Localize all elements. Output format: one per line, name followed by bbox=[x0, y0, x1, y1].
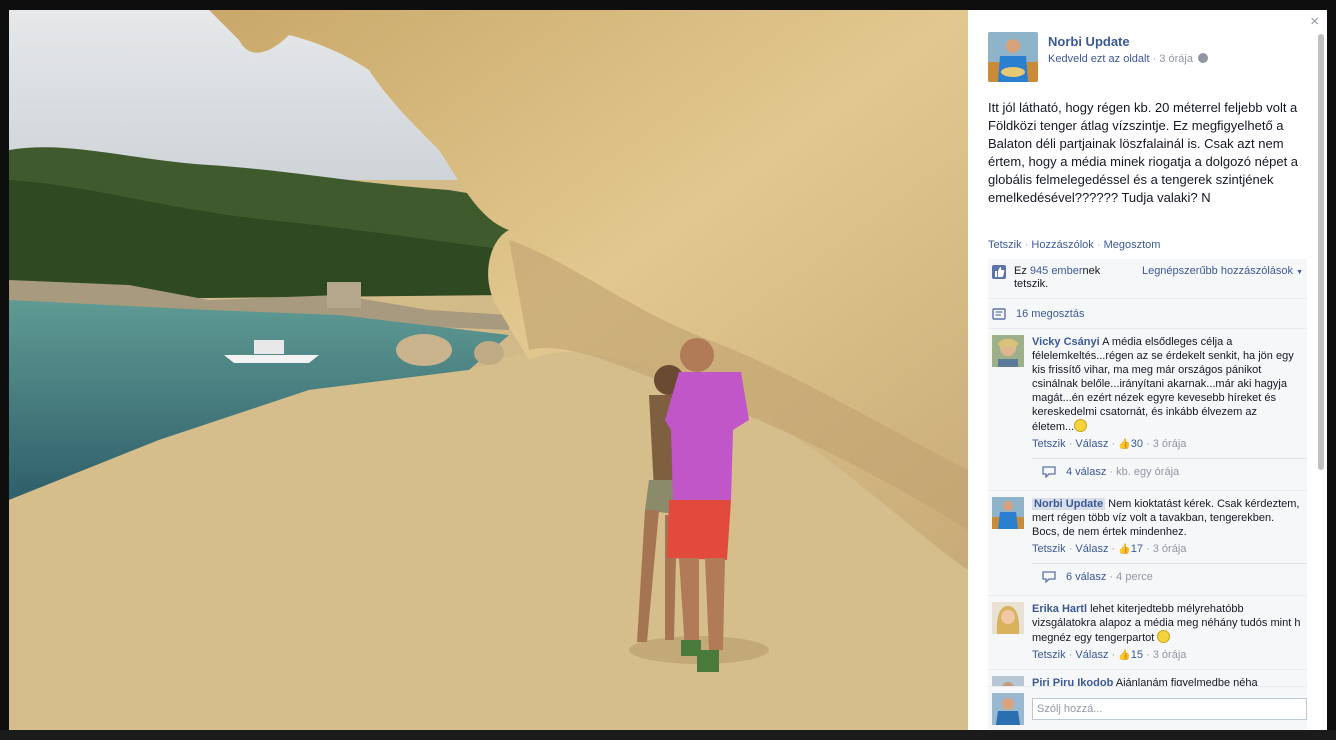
thumbs-up-icon: 👍 bbox=[1118, 439, 1131, 450]
comment-actions: Tetszik · Válasz · 👍15 · 3 órája bbox=[1032, 649, 1187, 661]
sort-label: Legnépszerűbb hozzászólások bbox=[1141, 265, 1293, 277]
page-name-link[interactable]: Norbi Update bbox=[1048, 34, 1208, 49]
thumbs-up-icon bbox=[992, 265, 1006, 279]
comment-likes-value: 30 bbox=[1130, 438, 1143, 450]
avatar[interactable] bbox=[992, 497, 1024, 529]
comment-likes-value: 17 bbox=[1130, 543, 1143, 555]
separator: · bbox=[1024, 239, 1029, 251]
replies-time: kb. egy órája bbox=[1116, 465, 1180, 478]
post-time[interactable]: 3 órája bbox=[1159, 53, 1193, 65]
comment-time[interactable]: 3 órája bbox=[1153, 649, 1187, 661]
smiley-icon bbox=[1074, 419, 1088, 432]
replies-link[interactable]: 6 válasz · 4 perce bbox=[1032, 563, 1307, 589]
separator: · bbox=[1096, 239, 1101, 251]
comment-actions: Tetszik · Válasz · 👍17 · 3 órája bbox=[1032, 543, 1187, 555]
photo-stage[interactable] bbox=[9, 10, 968, 730]
separator: · bbox=[1152, 53, 1157, 65]
comment-author-link[interactable]: Vicky Csányi bbox=[1032, 336, 1100, 348]
likes-summary: Ez 945 embernek tetszik. Legnépszerűbb h… bbox=[988, 259, 1307, 299]
comment-actions: Tetszik · Válasz · 👍30 · 3 órája bbox=[1032, 438, 1187, 450]
post-sidebar: × Norbi Update Kedveld ezt az oldalt · 3… bbox=[968, 10, 1327, 730]
reply-bubble-icon bbox=[1042, 465, 1056, 478]
comment-item: Vicky Csányi A média elsődleges célja a … bbox=[988, 329, 1307, 491]
comment-likes-count[interactable]: 👍30 bbox=[1118, 438, 1143, 450]
comment-reply-button[interactable]: Válasz bbox=[1075, 438, 1108, 450]
like-page-link[interactable]: Kedveld ezt az oldalt bbox=[1048, 53, 1150, 65]
likes-prefix: Ez bbox=[1014, 265, 1030, 277]
like-button[interactable]: Tetszik bbox=[988, 239, 1022, 251]
shares-summary[interactable]: 16 megosztás bbox=[988, 299, 1307, 329]
comment-likes-value: 15 bbox=[1130, 649, 1143, 661]
smiley-icon bbox=[1157, 630, 1171, 643]
comment-likes-count[interactable]: 👍15 bbox=[1118, 649, 1143, 661]
avatar[interactable] bbox=[992, 335, 1024, 367]
comment-reply-button[interactable]: Válasz bbox=[1075, 649, 1108, 661]
comment-author-link[interactable]: Norbi Update bbox=[1032, 498, 1106, 510]
feedback-panel: Ez 945 embernek tetszik. Legnépszerűbb h… bbox=[988, 259, 1307, 714]
comment-button[interactable]: Hozzászólok bbox=[1031, 239, 1093, 251]
comment-like-button[interactable]: Tetszik bbox=[1032, 649, 1066, 661]
share-button[interactable]: Megosztom bbox=[1104, 239, 1161, 251]
thumbs-up-icon: 👍 bbox=[1118, 544, 1131, 555]
comment-time[interactable]: 3 órája bbox=[1153, 438, 1187, 450]
shares-link[interactable]: 16 megosztás bbox=[1016, 308, 1084, 320]
comment-like-button[interactable]: Tetszik bbox=[1032, 438, 1066, 450]
beach-photo bbox=[9, 10, 968, 730]
thumbs-up-icon: 👍 bbox=[1118, 650, 1131, 661]
comment-reply-button[interactable]: Válasz bbox=[1075, 543, 1108, 555]
globe-icon[interactable] bbox=[1198, 53, 1209, 63]
comment-author-link[interactable]: Erika Hartl bbox=[1032, 603, 1087, 615]
close-icon[interactable]: × bbox=[1310, 14, 1319, 29]
replies-count[interactable]: 4 válasz bbox=[1066, 465, 1106, 479]
comment-input[interactable] bbox=[1032, 697, 1307, 720]
avatar bbox=[992, 692, 1024, 725]
comment-sort-dropdown[interactable]: Legnépszerűbb hozzászólások ▼ bbox=[1142, 265, 1303, 277]
post-text: Itt jól látható, hogy régen kb. 20 méter… bbox=[988, 100, 1299, 205]
comment-like-button[interactable]: Tetszik bbox=[1032, 543, 1066, 555]
comment-time[interactable]: 3 órája bbox=[1153, 543, 1187, 555]
comment-text: A média elsődleges célja a félelemkeltés… bbox=[1032, 336, 1294, 433]
likes-text: Ez 945 embernek tetszik. bbox=[1014, 265, 1124, 291]
replies-link[interactable]: 4 válasz · kb. egy órája bbox=[1032, 458, 1307, 484]
chevron-down-icon: ▼ bbox=[1296, 269, 1303, 276]
likes-count-link[interactable]: 945 ember bbox=[1030, 265, 1083, 277]
post-header: Norbi Update Kedveld ezt az oldalt · 3 ó… bbox=[988, 32, 1209, 82]
comment-likes-count[interactable]: 👍17 bbox=[1118, 543, 1143, 555]
scrollbar[interactable] bbox=[1318, 34, 1324, 470]
comment-item: Norbi Update Nem kioktatást kérek. Csak … bbox=[988, 491, 1307, 596]
post-actions: Tetszik · Hozzászólok · Megosztom bbox=[988, 239, 1160, 251]
avatar[interactable] bbox=[992, 602, 1024, 634]
replies-count[interactable]: 6 válasz bbox=[1066, 570, 1106, 584]
page-bottom-strip bbox=[0, 730, 1336, 740]
comment-item: Erika Hartl lehet kiterjedtebb mélyrehat… bbox=[988, 596, 1307, 670]
comment-composer bbox=[988, 686, 1307, 730]
share-icon bbox=[992, 307, 1006, 320]
replies-time: 4 perce bbox=[1116, 570, 1153, 583]
page-avatar[interactable] bbox=[988, 32, 1038, 82]
reply-bubble-icon bbox=[1042, 570, 1056, 583]
